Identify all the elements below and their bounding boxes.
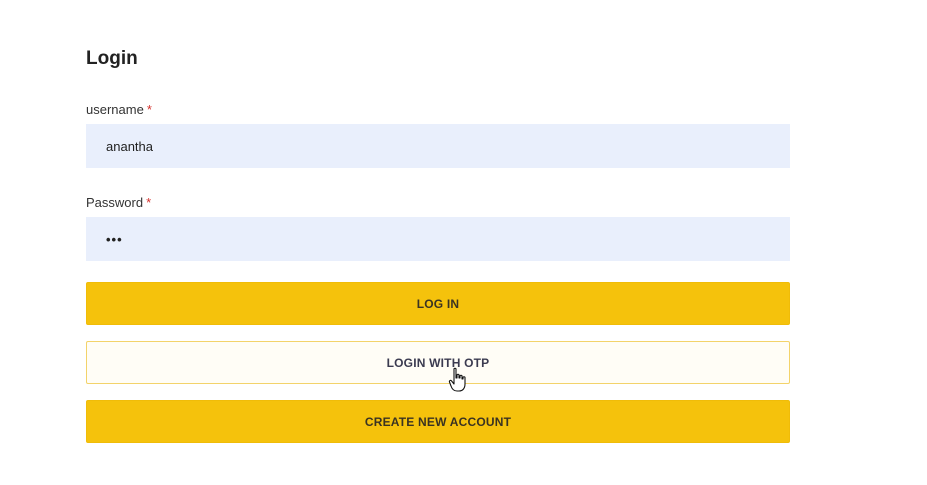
login-button-label: LOG IN xyxy=(416,296,460,311)
username-label-text: username xyxy=(86,102,144,117)
username-required-mark: * xyxy=(146,102,152,117)
page-title: Login xyxy=(86,48,138,69)
create-account-button[interactable]: CREATE NEW ACCOUNT xyxy=(86,400,790,443)
password-input[interactable] xyxy=(86,217,790,261)
login-button[interactable]: LOG IN xyxy=(86,282,790,325)
create-account-button-label: CREATE NEW ACCOUNT xyxy=(364,414,512,429)
hand-pointer-icon xyxy=(448,367,466,392)
login-page: Login username* Password* LOG IN LOGIN W… xyxy=(0,0,927,485)
password-label: Password * xyxy=(86,195,151,210)
login-with-otp-button[interactable]: LOGIN WITH OTP xyxy=(86,341,790,384)
password-required-mark: * xyxy=(146,195,152,210)
username-label: username * xyxy=(86,102,152,117)
password-label-text: Password xyxy=(86,195,144,210)
login-with-otp-button-label: LOGIN WITH OTP xyxy=(386,355,490,370)
username-input[interactable] xyxy=(86,124,790,168)
